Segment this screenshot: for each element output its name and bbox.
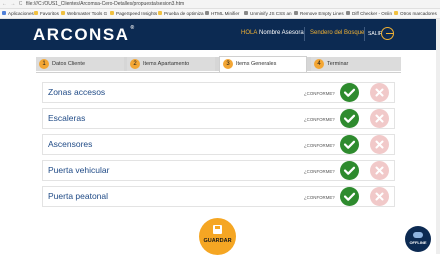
greeting: HOLA xyxy=(241,30,258,36)
check-icon xyxy=(343,88,356,97)
offline-label: OFFLINE xyxy=(409,240,427,245)
page-icon xyxy=(294,11,298,15)
browser-nav-icons[interactable]: ← → C xyxy=(2,1,23,7)
item-label: Zonas accesos xyxy=(48,87,106,97)
bookmark-remove-lines[interactable]: Remove Empty Lines xyxy=(294,11,344,16)
item-label: Escaleras xyxy=(48,113,86,123)
header-divider xyxy=(304,27,305,41)
save-label: GUARDAR xyxy=(203,238,232,244)
confirm-yes-button[interactable] xyxy=(340,109,359,128)
bookmark-unminify[interactable]: Unminify JS CSS an xyxy=(244,11,292,16)
close-icon xyxy=(375,114,384,123)
item-row: Zonas accesos ¿CONFORME? xyxy=(42,82,395,103)
scrollbar[interactable] xyxy=(436,19,440,254)
check-icon xyxy=(343,140,356,149)
page-icon xyxy=(205,11,209,15)
bookmark-webmaster[interactable]: Webmaster Tools G xyxy=(61,11,107,16)
confirm-yes-button[interactable] xyxy=(340,83,359,102)
bookmark-html-minifier[interactable]: HTML Minifier xyxy=(205,11,239,16)
folder-icon xyxy=(110,11,114,15)
arconsa-logo: ARCONSA® xyxy=(33,25,136,44)
tab-label: Items Generales xyxy=(236,61,277,67)
bookmark-otros[interactable]: Otros marcadores xyxy=(394,11,437,16)
confirm-no-button[interactable] xyxy=(370,83,389,102)
step-number: 4 xyxy=(314,58,324,69)
confirm-yes-button[interactable] xyxy=(340,187,359,206)
tab-terminar[interactable]: 4 Terminar xyxy=(311,57,401,71)
tab-label: Terminar xyxy=(327,60,349,67)
check-icon xyxy=(343,166,356,175)
bookmark-prueba[interactable]: Prueba de optimiza xyxy=(158,11,204,16)
confirm-no-button[interactable] xyxy=(370,161,389,180)
tab-items-apartamento[interactable]: 2 Items Apartamento xyxy=(127,57,215,71)
close-icon xyxy=(375,166,384,175)
item-label: Ascensores xyxy=(48,139,93,149)
tab-label: Datos Cliente xyxy=(52,60,86,67)
confirm-prompt: ¿CONFORME? xyxy=(304,90,335,96)
apps-icon xyxy=(2,11,6,15)
folder-icon xyxy=(61,11,65,15)
page-icon xyxy=(346,11,350,15)
item-row: Escaleras ¿CONFORME? xyxy=(42,108,395,129)
confirm-no-button[interactable] xyxy=(370,187,389,206)
cloud-icon xyxy=(413,232,423,238)
step-number: 1 xyxy=(39,58,49,69)
bookmark-apps[interactable]: Aplicaciones xyxy=(2,11,34,16)
item-row: Puerta vehicular ¿CONFORME? xyxy=(42,160,395,181)
folder-icon xyxy=(34,11,38,15)
folder-icon xyxy=(394,11,398,15)
confirm-prompt: ¿CONFORME? xyxy=(304,142,335,148)
bookmark-diff-checker[interactable]: Diff Checker - Onlin xyxy=(346,11,392,16)
user-name: Nombre Asesora xyxy=(259,30,304,36)
item-label: Puerta peatonal xyxy=(48,191,109,201)
bookmarks-bar: Aplicaciones Favoritos Webmaster Tools G… xyxy=(0,9,440,19)
address-bar[interactable]: ← → C file:///C:/OUS1_Clientes/Arcomsa-C… xyxy=(0,0,440,9)
bookmark-favoritos[interactable]: Favoritos xyxy=(34,11,59,16)
step-number: 3 xyxy=(223,59,233,69)
bookmark-pagespeed[interactable]: PageSpeed Insights xyxy=(110,11,157,16)
confirm-prompt: ¿CONFORME? xyxy=(304,168,335,174)
close-icon xyxy=(375,192,384,201)
confirm-no-button[interactable] xyxy=(370,135,389,154)
tab-items-generales[interactable]: 3 Items Generales xyxy=(219,56,307,72)
close-icon xyxy=(375,88,384,97)
close-icon xyxy=(375,140,384,149)
item-row: Puerta peatonal ¿CONFORME? xyxy=(42,186,395,207)
save-icon xyxy=(213,225,222,234)
step-number: 2 xyxy=(130,58,140,69)
folder-icon xyxy=(158,11,162,15)
save-button[interactable]: GUARDAR xyxy=(199,218,236,255)
confirm-yes-button[interactable] xyxy=(340,161,359,180)
url-text[interactable]: file:///C:/OUS1_Clientes/Arcomsa-Cero-De… xyxy=(26,1,184,7)
tab-underline xyxy=(36,72,401,73)
tab-datos-cliente[interactable]: 1 Datos Cliente xyxy=(36,57,124,71)
project-name: Sendero del Bosque xyxy=(310,30,365,36)
confirm-yes-button[interactable] xyxy=(340,135,359,154)
item-label: Puerta vehicular xyxy=(48,165,110,175)
check-icon xyxy=(343,192,356,201)
page-icon xyxy=(244,11,248,15)
confirm-prompt: ¿CONFORME? xyxy=(304,194,335,200)
logout-icon[interactable] xyxy=(381,27,394,40)
check-icon xyxy=(343,114,356,123)
confirm-prompt: ¿CONFORME? xyxy=(304,116,335,122)
offline-badge[interactable]: OFFLINE xyxy=(405,226,431,252)
item-row: Ascensores ¿CONFORME? xyxy=(42,134,395,155)
tab-label: Items Apartamento xyxy=(143,60,190,67)
header-divider xyxy=(364,27,365,41)
confirm-no-button[interactable] xyxy=(370,109,389,128)
app-header: ARCONSA® HOLA Nombre Asesora Sendero del… xyxy=(0,19,440,50)
